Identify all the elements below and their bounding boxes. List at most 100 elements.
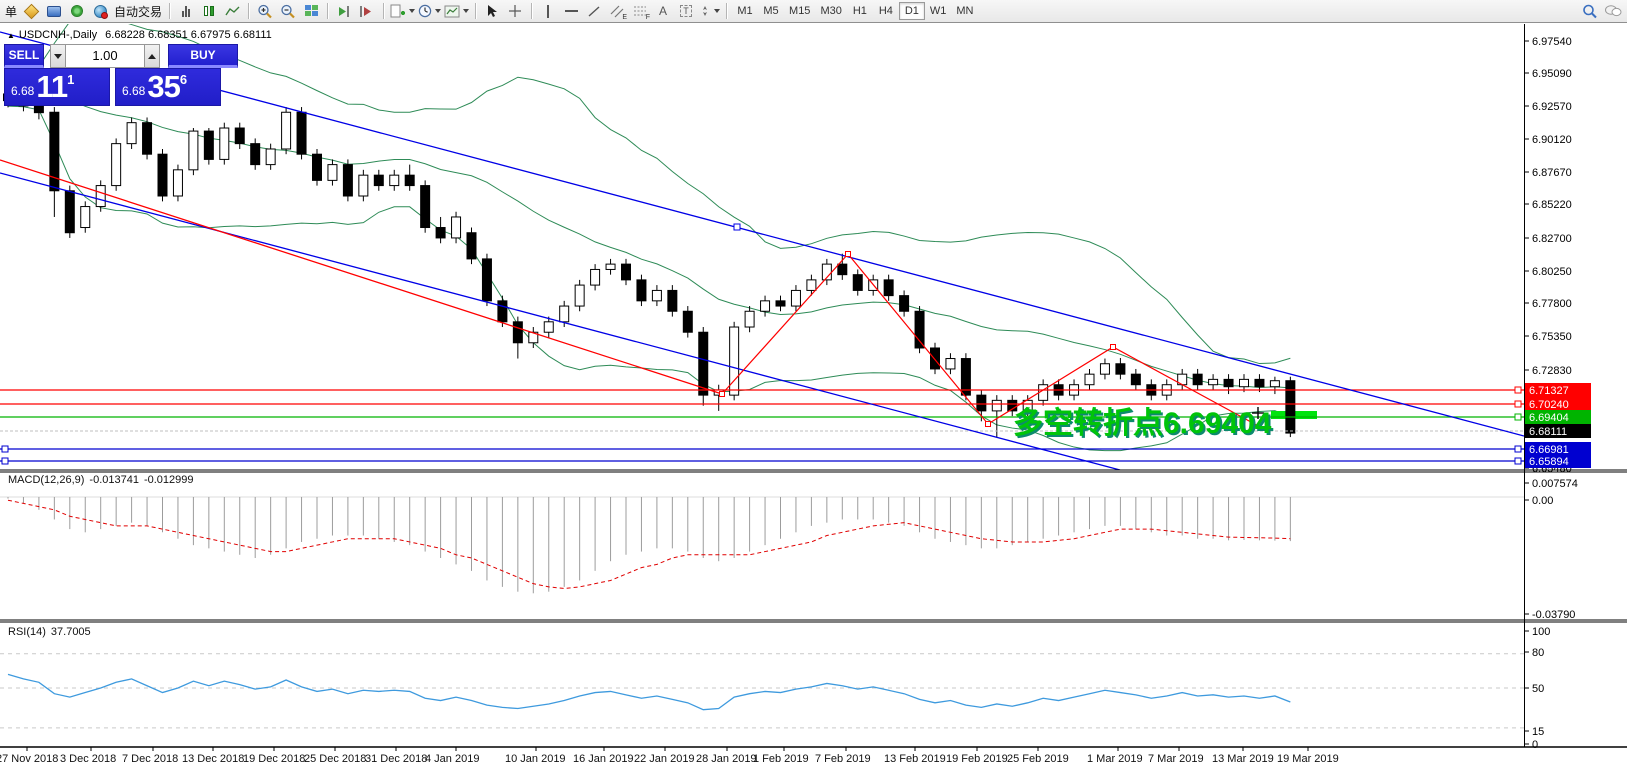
macd-axis-label: -0.03790 <box>1532 609 1575 621</box>
rsi-axis-label: 50 <box>1532 683 1544 695</box>
candle-bear <box>1116 364 1125 374</box>
volume-input[interactable]: 1.00 <box>66 44 144 68</box>
rsi-line <box>8 674 1290 709</box>
candle-bear <box>34 106 43 113</box>
date-axis-label: 19 Feb 2019 <box>946 753 1008 765</box>
candle-bear <box>313 154 322 180</box>
macd-axis-label: 0.00 <box>1532 495 1553 507</box>
candle-bear <box>1131 374 1140 385</box>
macd-signal-line <box>8 500 1290 588</box>
zigzag-handle <box>1111 345 1116 350</box>
date-axis-label: 13 Dec 2018 <box>182 753 244 765</box>
sell-button[interactable]: SELL <box>4 44 44 68</box>
price-axis-label: 6.85220 <box>1532 199 1572 211</box>
macd-axis-label: 0.007574 <box>1532 478 1578 490</box>
date-axis-label: 4 Jan 2019 <box>425 753 479 765</box>
date-axis-label: 7 Dec 2018 <box>122 753 178 765</box>
price-level-badge-text: 6.71327 <box>1529 385 1569 397</box>
macd-value: -0.013741 <box>89 474 139 486</box>
sell-quote[interactable]: 6.68 11 1 <box>4 68 110 106</box>
date-axis-label: 31 Dec 2018 <box>365 753 427 765</box>
date-axis-label: 10 Jan 2019 <box>505 753 566 765</box>
level-right-handle <box>1515 387 1521 393</box>
chart-canvas[interactable]: 6.975406.950906.925706.901206.876706.852… <box>0 0 1627 773</box>
price-axis-label: 6.92570 <box>1532 101 1572 113</box>
price-axis-label: 6.95090 <box>1532 68 1572 80</box>
candle-bull <box>452 217 461 238</box>
date-axis-label: 19 Dec 2018 <box>243 753 305 765</box>
candle-bull <box>220 128 229 159</box>
candle-bear <box>931 348 940 369</box>
level-right-handle <box>1515 458 1521 464</box>
candle-bear <box>900 296 909 312</box>
candle-bear <box>297 112 306 154</box>
candle-bull <box>266 149 275 165</box>
mt4-window: 单 自动交易 E F A T M1M5M15M30H1H4D1W1MN <box>0 0 1627 773</box>
line-handle <box>2 458 8 464</box>
date-axis-label: 25 Dec 2018 <box>304 753 366 765</box>
chart-title: ▲USDCNH-,Daily6.68228 6.68351 6.67975 6.… <box>7 29 272 41</box>
candle-bull <box>282 112 291 149</box>
symbol-period-label: USDCNH-,Daily <box>19 29 97 41</box>
date-axis-label: 19 Mar 2019 <box>1277 753 1339 765</box>
candle-bear <box>498 301 507 322</box>
date-axis-label: 16 Jan 2019 <box>573 753 634 765</box>
candle-bull <box>761 301 770 311</box>
candle-bull <box>606 264 615 269</box>
price-axis-label: 6.80250 <box>1532 266 1572 278</box>
candle-bull <box>575 285 584 306</box>
date-axis-label: 7 Feb 2019 <box>815 753 871 765</box>
candle-bear <box>853 275 862 291</box>
macd-signal-value: -0.012999 <box>144 474 194 486</box>
volume-decrease-button[interactable] <box>50 44 66 68</box>
candle-bear <box>884 280 893 296</box>
trendline-handle <box>734 224 740 230</box>
buy-price-prefix: 6.68 <box>122 84 145 98</box>
price-axis-label: 6.97540 <box>1532 36 1572 48</box>
zigzag-handle <box>986 422 991 427</box>
buy-price-big: 35 <box>147 72 179 102</box>
candle-bear <box>637 280 646 301</box>
candle-bear <box>436 228 445 238</box>
candle-bear <box>513 322 522 343</box>
buy-quote[interactable]: 6.68 35 6 <box>115 68 221 106</box>
candle-bear <box>838 264 847 275</box>
price-axis-label: 6.77800 <box>1532 298 1572 310</box>
candle-bear <box>776 301 785 306</box>
candle-bear <box>915 311 924 348</box>
candle-bear <box>374 175 383 185</box>
zigzag-handle <box>720 392 725 397</box>
collapse-icon[interactable]: ▲ <box>7 31 15 40</box>
candle-bull <box>173 170 182 196</box>
date-axis-label: 13 Mar 2019 <box>1212 753 1274 765</box>
candle-bull <box>1209 379 1218 384</box>
candle-bear <box>143 123 152 155</box>
buy-button[interactable]: BUY <box>168 44 238 68</box>
candle-bull <box>390 175 399 185</box>
candle-bull <box>96 186 105 207</box>
price-axis-label: 6.87670 <box>1532 167 1572 179</box>
date-axis-label: 28 Jan 2019 <box>696 753 757 765</box>
rsi-axis-label: 100 <box>1532 626 1550 638</box>
rsi-label: RSI(14)37.7005 <box>8 626 96 638</box>
candle-bull <box>81 207 90 228</box>
date-axis-label: 22 Jan 2019 <box>634 753 695 765</box>
chart-annotation-text[interactable]: 多空转折点6.69404 <box>1013 398 1271 442</box>
price-level-badge-text: 6.69404 <box>1529 412 1569 424</box>
candle-bull <box>544 322 553 332</box>
level-right-handle <box>1515 446 1521 452</box>
rsi-axis-label: 0 <box>1532 739 1538 751</box>
price-axis-label: 6.75350 <box>1532 331 1572 343</box>
date-axis-label: 25 Feb 2019 <box>1007 753 1069 765</box>
price-level-badge-text: 6.70240 <box>1529 399 1569 411</box>
volume-increase-button[interactable] <box>144 44 160 68</box>
date-axis-label: 1 Feb 2019 <box>753 753 809 765</box>
candle-bull <box>127 123 136 144</box>
triangle-down-icon <box>54 54 62 59</box>
candle-bear <box>683 311 692 332</box>
macd-name: MACD(12,26,9) <box>8 474 84 486</box>
date-axis-label: 27 Nov 2018 <box>0 753 58 765</box>
candle-bear <box>251 144 260 165</box>
candle-bull <box>1085 374 1094 385</box>
sell-price-prefix: 6.68 <box>11 84 34 98</box>
